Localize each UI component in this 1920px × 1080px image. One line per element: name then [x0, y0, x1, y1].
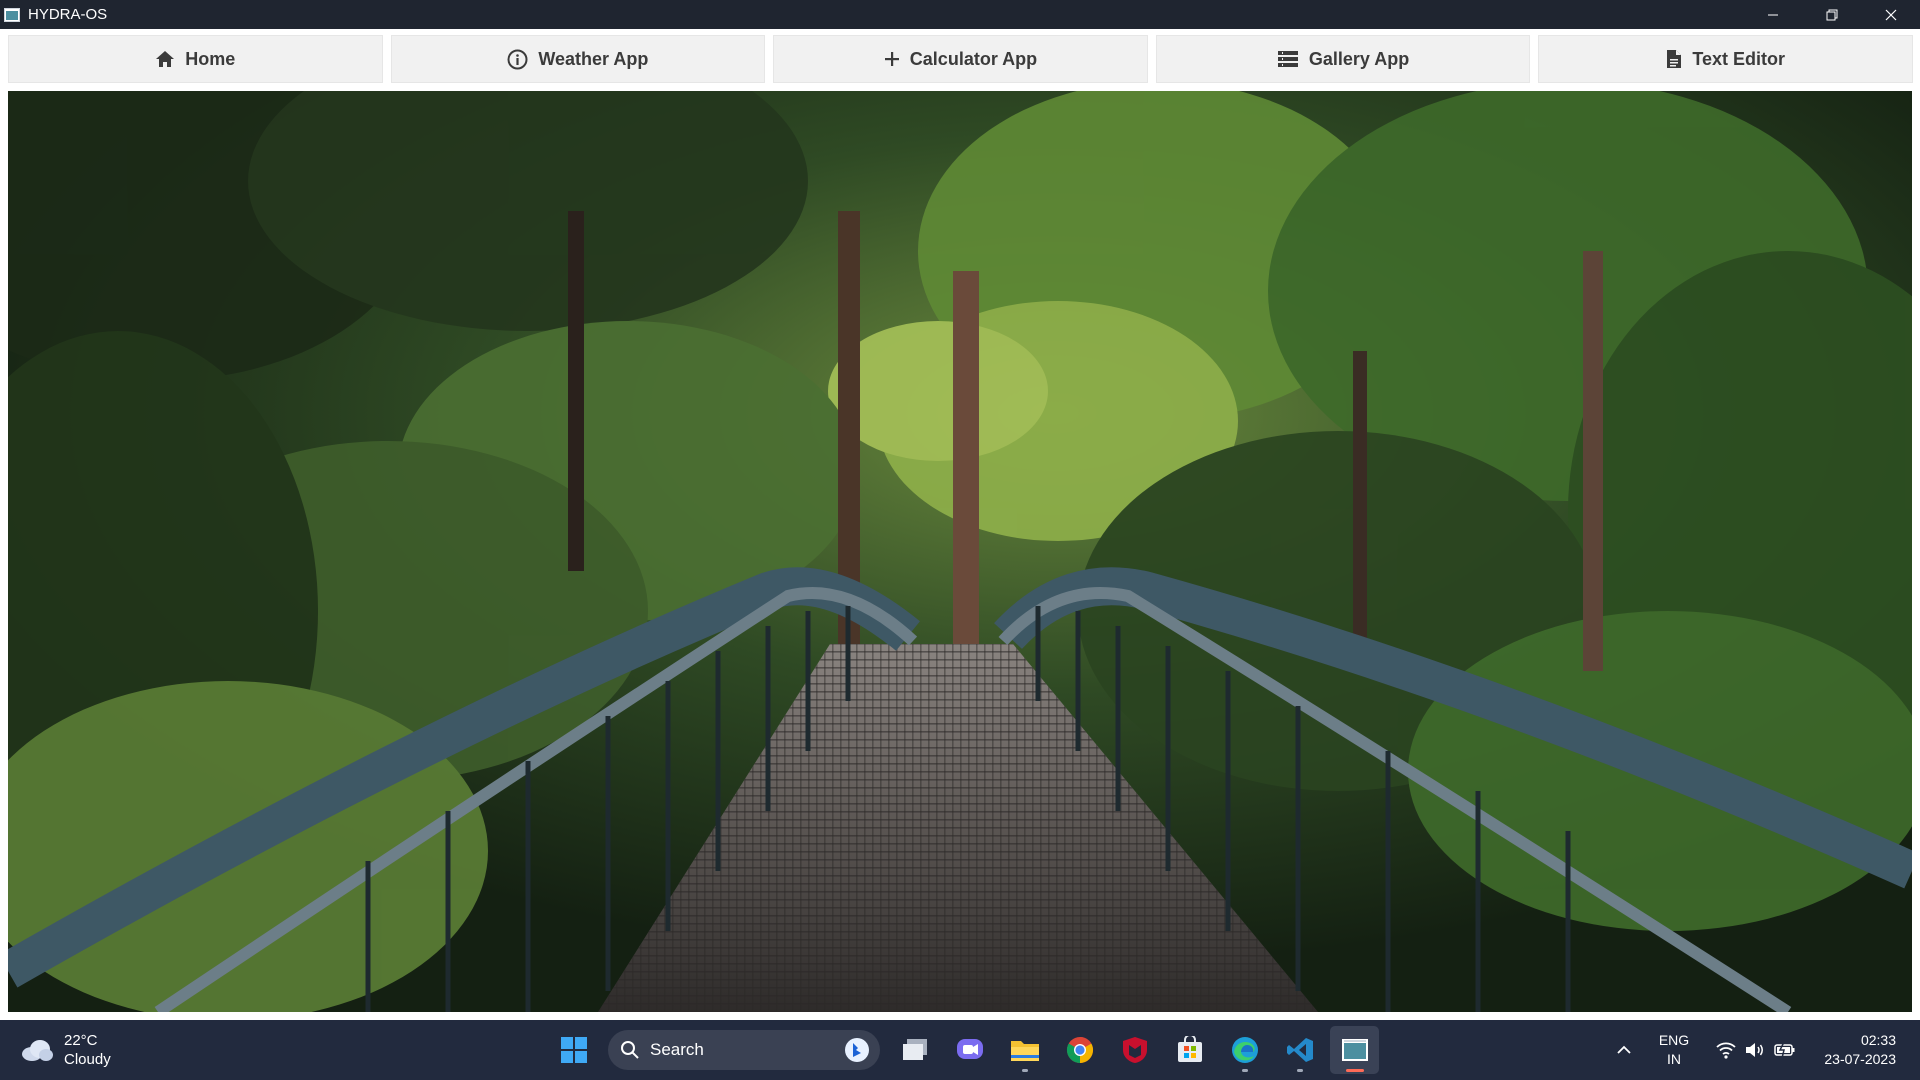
battery-charging-icon	[1774, 1042, 1795, 1058]
nav-gallery-label: Gallery App	[1308, 48, 1410, 69]
chrome-icon	[1066, 1036, 1093, 1064]
info-icon	[507, 49, 528, 69]
chrome-button[interactable]	[1055, 1026, 1104, 1074]
mcafee-button[interactable]	[1110, 1026, 1159, 1074]
taskbar: 22°C Cloudy Search ENG IN 02:33 23-07-20…	[0, 1020, 1920, 1080]
window-controls	[1743, 0, 1920, 29]
mcafee-shield-icon	[1122, 1037, 1147, 1063]
hydra-app-button[interactable]	[1330, 1026, 1379, 1074]
vscode-icon	[1286, 1038, 1313, 1062]
vscode-button[interactable]	[1275, 1026, 1324, 1074]
weather-condition: Cloudy	[64, 1051, 111, 1068]
search-placeholder: Search	[650, 1040, 704, 1059]
home-wallpaper-image	[8, 91, 1912, 1012]
nav-home-label: Home	[185, 48, 236, 69]
nav-text-editor-label: Text Editor	[1692, 48, 1785, 69]
taskbar-apps: Search	[549, 1026, 1379, 1074]
edge-button[interactable]	[1220, 1026, 1269, 1074]
windows-start-icon	[560, 1037, 587, 1063]
bing-icon	[845, 1038, 869, 1062]
window-title: HYDRA-OS	[28, 6, 108, 23]
weather-widget[interactable]: 22°C Cloudy	[20, 1028, 111, 1072]
taskbar-search[interactable]: Search	[608, 1030, 880, 1070]
title-bar: HYDRA-OS	[0, 0, 1920, 29]
document-icon	[1667, 50, 1682, 68]
cloud-icon	[22, 1040, 53, 1061]
minimize-icon	[1767, 14, 1778, 15]
nav-weather-button[interactable]: Weather App	[390, 35, 766, 83]
start-button[interactable]	[549, 1026, 598, 1074]
clock-time: 02:33	[1860, 1032, 1896, 1048]
app-window-icon	[3, 6, 21, 24]
hydra-app-icon	[1341, 1039, 1368, 1061]
nav-home-button[interactable]: Home	[8, 35, 383, 83]
system-tray: ENG IN 02:33 23-07-2023	[1604, 1020, 1920, 1080]
clock-widget[interactable]: 02:33 23-07-2023	[1808, 1031, 1920, 1069]
chevron-up-icon	[1617, 1045, 1631, 1054]
nav-calculator-button[interactable]: Calculator App	[773, 35, 1148, 83]
search-icon	[621, 1041, 639, 1059]
language-indicator[interactable]: ENG IN	[1644, 1031, 1704, 1069]
folder-icon	[1010, 1041, 1039, 1061]
close-button[interactable]	[1861, 0, 1920, 29]
wifi-icon	[1716, 1042, 1736, 1059]
app-nav-bar: Home Weather App Calculator App Gallery …	[0, 29, 1920, 91]
forest-bridge-picture	[8, 91, 1912, 1012]
restore-icon	[1826, 9, 1837, 20]
close-icon	[1885, 9, 1896, 20]
quick-settings-button[interactable]	[1704, 1041, 1808, 1059]
home-icon	[156, 51, 175, 67]
language-region: IN	[1667, 1051, 1681, 1067]
file-explorer-button[interactable]	[1000, 1026, 1049, 1074]
nav-text-editor-button[interactable]: Text Editor	[1538, 35, 1913, 83]
nav-gallery-button[interactable]: Gallery App	[1155, 35, 1531, 83]
chat-icon	[956, 1039, 983, 1059]
language-code: ENG	[1658, 1032, 1690, 1048]
minimize-button[interactable]	[1743, 0, 1802, 29]
volume-icon	[1746, 1043, 1763, 1057]
clock-date: 23-07-2023	[1824, 1051, 1896, 1067]
nav-weather-label: Weather App	[538, 48, 649, 69]
list-icon	[1277, 51, 1298, 67]
nav-calculator-label: Calculator App	[909, 48, 1038, 69]
chat-button[interactable]	[945, 1026, 994, 1074]
show-hidden-icons-button[interactable]	[1604, 1045, 1644, 1055]
task-view-button[interactable]	[890, 1026, 939, 1074]
restore-button[interactable]	[1802, 0, 1861, 29]
weather-temperature: 22°C	[64, 1032, 98, 1049]
edge-icon	[1231, 1037, 1258, 1063]
store-icon	[1177, 1036, 1202, 1062]
plus-icon	[884, 52, 899, 66]
store-button[interactable]	[1165, 1026, 1214, 1074]
task-view-icon	[902, 1039, 927, 1060]
